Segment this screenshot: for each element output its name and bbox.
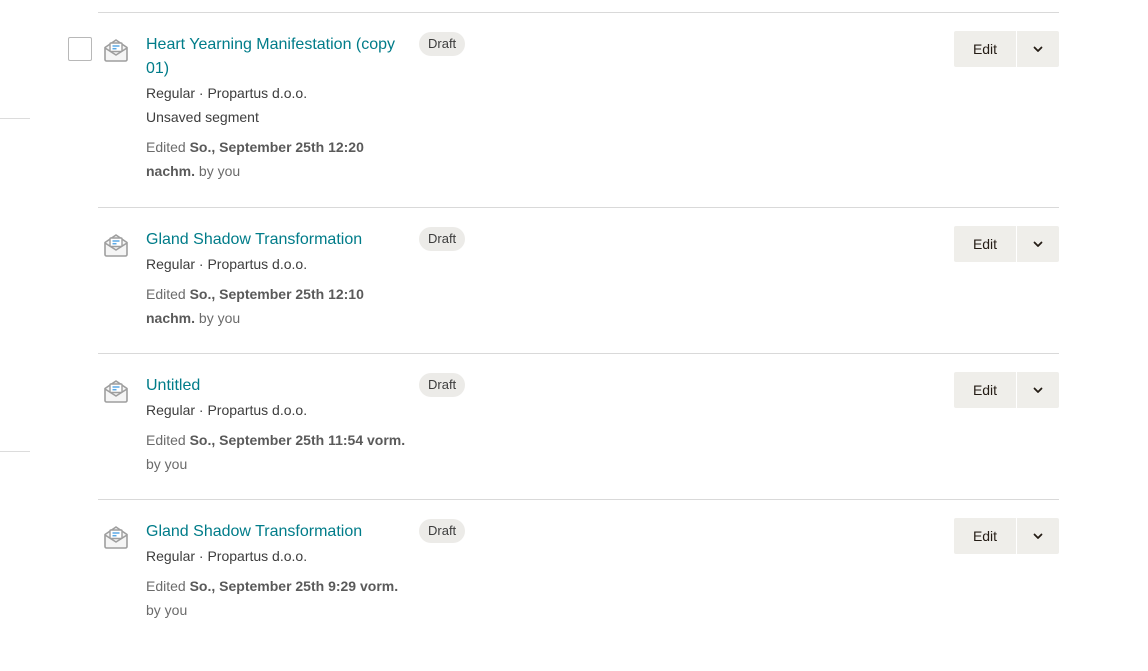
chevron-down-icon	[1033, 533, 1043, 539]
campaign-type-audience: Regular · Propartus d.o.o.	[146, 85, 308, 101]
campaign-title-link[interactable]: Gland Shadow Transformation	[146, 520, 412, 544]
edit-button[interactable]: Edit	[954, 226, 1016, 262]
edited-by: by you	[146, 456, 188, 472]
edited-prefix: Edited	[146, 432, 190, 448]
edit-button[interactable]: Edit	[954, 31, 1016, 67]
campaign-title-link[interactable]: Untitled	[146, 374, 412, 398]
email-campaign-icon	[103, 524, 129, 550]
campaign-row: Heart Yearning Manifestation (copy 01) R…	[68, 13, 1059, 208]
status-badge: Draft	[419, 373, 466, 397]
edit-button[interactable]: Edit	[954, 372, 1016, 408]
chevron-down-icon	[1033, 387, 1043, 393]
edited-by: by you	[195, 310, 241, 326]
edited-prefix: Edited	[146, 286, 190, 302]
status-badge: Draft	[419, 227, 466, 251]
campaign-segment: Unsaved segment	[146, 109, 259, 125]
edited-by: by you	[146, 602, 188, 618]
campaign-type-audience: Regular · Propartus d.o.o.	[146, 256, 308, 272]
email-campaign-icon	[103, 232, 129, 258]
campaign-row: Untitled Regular · Propartus d.o.o. Edit…	[98, 354, 1059, 500]
campaign-edited-info: Edited So., September 25th 12:10 nachm. …	[146, 282, 412, 330]
email-campaign-icon	[103, 37, 129, 63]
status-badge: Draft	[419, 32, 466, 56]
status-badge: Draft	[419, 519, 466, 543]
row-select-checkbox[interactable]	[68, 37, 92, 61]
chevron-down-icon	[1033, 241, 1043, 247]
campaign-row: Gland Shadow Transformation Regular · Pr…	[98, 500, 1059, 646]
campaign-type-audience: Regular · Propartus d.o.o.	[146, 402, 308, 418]
campaign-title-link[interactable]: Heart Yearning Manifestation (copy 01)	[146, 33, 412, 81]
campaign-row: Gland Shadow Transformation Regular · Pr…	[98, 208, 1059, 354]
campaign-actions: Edit	[954, 31, 1059, 67]
side-divider	[0, 118, 30, 119]
side-divider	[0, 451, 30, 452]
actions-dropdown-button[interactable]	[1017, 226, 1059, 262]
edited-date: So., September 25th 9:29 vorm.	[189, 578, 399, 594]
edit-button[interactable]: Edit	[954, 518, 1016, 554]
campaign-edited-info: Edited So., September 25th 11:54 vorm. b…	[146, 428, 412, 476]
email-campaign-icon	[103, 378, 129, 404]
campaign-list-page: Heart Yearning Manifestation (copy 01) R…	[0, 0, 1148, 671]
actions-dropdown-button[interactable]	[1017, 31, 1059, 67]
campaign-edited-info: Edited So., September 25th 9:29 vorm. by…	[146, 574, 412, 622]
campaign-info: Untitled Regular · Propartus d.o.o. Edit…	[146, 374, 412, 476]
actions-dropdown-button[interactable]	[1017, 518, 1059, 554]
campaign-info: Heart Yearning Manifestation (copy 01) R…	[146, 33, 412, 183]
edited-date: So., September 25th 11:54 vorm.	[189, 432, 406, 448]
edited-prefix: Edited	[146, 139, 190, 155]
campaign-info: Gland Shadow Transformation Regular · Pr…	[146, 228, 412, 330]
campaign-info: Gland Shadow Transformation Regular · Pr…	[146, 520, 412, 622]
campaign-actions: Edit	[954, 226, 1059, 262]
edited-by: by you	[195, 163, 241, 179]
chevron-down-icon	[1033, 46, 1043, 52]
edited-prefix: Edited	[146, 578, 190, 594]
campaign-actions: Edit	[954, 372, 1059, 408]
campaign-type-audience: Regular · Propartus d.o.o.	[146, 548, 308, 564]
campaign-actions: Edit	[954, 518, 1059, 554]
campaign-edited-info: Edited So., September 25th 12:20 nachm. …	[146, 135, 412, 183]
actions-dropdown-button[interactable]	[1017, 372, 1059, 408]
campaign-title-link[interactable]: Gland Shadow Transformation	[146, 228, 412, 252]
